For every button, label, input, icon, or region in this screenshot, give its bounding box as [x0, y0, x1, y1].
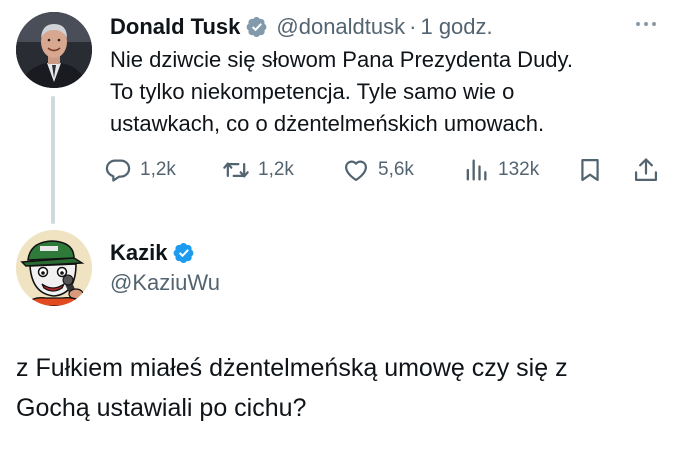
- tweet-text-line: To tylko niekompetencja. Tyle samo wie o: [110, 79, 515, 104]
- reply-text-line: Gochą ustawiali po cichu?: [16, 394, 307, 422]
- author-handle[interactable]: @donaldtusk: [276, 14, 405, 40]
- tweet-text: Nie dziwcie się słowom Pana Prezydenta D…: [110, 44, 670, 140]
- reply-author-handle[interactable]: @KaziuWu: [110, 270, 220, 296]
- share-icon: [634, 158, 658, 182]
- bookmark-button[interactable]: [576, 154, 604, 186]
- views-chart-icon: [466, 159, 487, 181]
- tweet-header: Donald Tusk @donaldtusk · 1 godz.: [110, 12, 493, 42]
- bookmark-icon: [581, 158, 599, 182]
- separator-dot: ·: [409, 14, 417, 39]
- tweet-text-line: Nie dziwcie się słowom Pana Prezydenta D…: [110, 47, 574, 72]
- like-count: 5,6k: [378, 159, 414, 180]
- views-button[interactable]: 132k: [462, 154, 539, 186]
- retweet-count: 1,2k: [258, 159, 294, 180]
- tweet-text-line: ustawkach, co o dżentelmeńskich umowach.: [110, 111, 545, 136]
- retweet-icon: [223, 162, 249, 178]
- retweet-button[interactable]: 1,2k: [222, 154, 294, 186]
- heart-icon: [344, 160, 368, 182]
- tusk-avatar-image: [16, 12, 92, 88]
- views-count: 132k: [498, 159, 540, 180]
- reply-header: Kazik: [110, 238, 195, 268]
- reply-count: 1,2k: [140, 159, 176, 180]
- share-button[interactable]: [632, 154, 660, 186]
- verified-badge-icon: [173, 242, 195, 264]
- tusk-avatar[interactable]: [16, 12, 92, 88]
- more-horizontal-icon[interactable]: [628, 14, 664, 34]
- verified-badge-icon: [246, 16, 268, 38]
- kazik-avatar[interactable]: [16, 230, 92, 306]
- tweet-time[interactable]: 1 godz.: [420, 14, 492, 40]
- reply-text: z Fułkiem miałeś dżentelmeńską umowę czy…: [16, 348, 672, 428]
- kazik-avatar-image: [16, 230, 92, 306]
- reply-button[interactable]: 1,2k: [104, 154, 176, 186]
- reply-icon: [105, 159, 131, 182]
- reply-author-name[interactable]: Kazik: [110, 240, 167, 266]
- reply-text-line: z Fułkiem miałeś dżentelmeńską umowę czy…: [16, 354, 568, 382]
- thread-line: [51, 96, 55, 224]
- author-name[interactable]: Donald Tusk: [110, 14, 240, 40]
- like-button[interactable]: 5,6k: [342, 154, 414, 186]
